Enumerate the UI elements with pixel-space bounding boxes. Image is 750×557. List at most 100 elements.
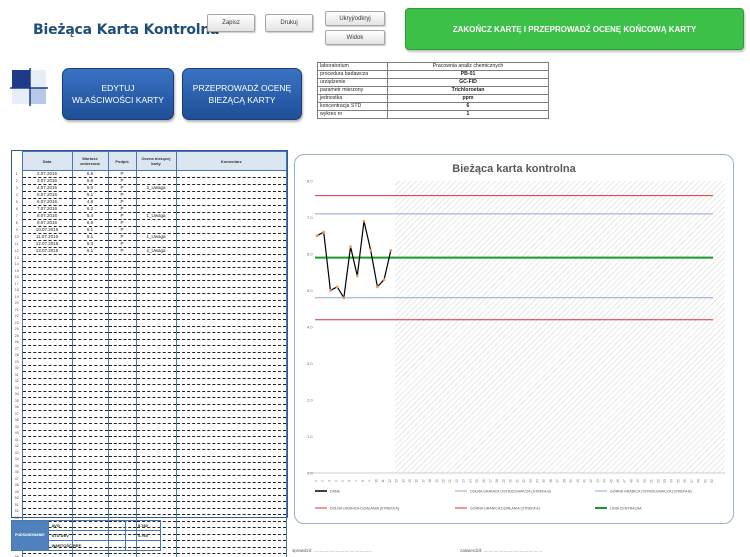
cell-comment[interactable] — [175, 553, 287, 557]
cell-sign[interactable]: P — [107, 191, 137, 199]
cell-comment[interactable] — [175, 212, 287, 220]
data-point — [349, 245, 352, 249]
cell-eval[interactable] — [135, 170, 177, 178]
finish-card-button[interactable]: ZAKOŃCZ KARTĘ I PRZEPROWADŹ OCENĘ KOŃCOW… — [405, 8, 744, 50]
cell-eval[interactable]: 2_Uwaga — [135, 247, 177, 255]
cell-comment[interactable] — [175, 177, 287, 185]
cell-sign[interactable] — [107, 553, 137, 557]
cell-value[interactable]: 5.3 — [71, 240, 109, 248]
cell-value[interactable]: 5.1 — [71, 191, 109, 199]
cell-date[interactable]: 2.07.2016 — [21, 170, 73, 178]
assess-card-button[interactable]: PRZEPROWADŹ OCENĘ BIEŻĄCĄ KARTY — [182, 68, 302, 120]
cell-value[interactable]: 6.1 — [71, 226, 109, 234]
cell-date[interactable]: 10.07.2016 — [21, 226, 73, 234]
cell-sign[interactable]: P — [107, 184, 137, 192]
info-value[interactable]: PB-01 — [387, 70, 549, 79]
x-tick-label: 30 — [509, 479, 513, 483]
cell-value[interactable]: 6.9 — [71, 219, 109, 227]
cell-sign[interactable]: P — [107, 212, 137, 220]
info-value[interactable]: Trichloroetan — [387, 86, 549, 95]
cell-comment[interactable] — [175, 184, 287, 192]
cell-comment[interactable] — [175, 226, 287, 234]
cell-date[interactable]: 11.07.2016 — [21, 233, 73, 241]
cell-date[interactable]: 9.07.2016 — [21, 219, 73, 227]
assess-button-line1: PRZEPROWADŹ OCENĘ — [192, 83, 292, 93]
cell-eval[interactable]: 2_Uwaga — [135, 184, 177, 192]
row-number: 8 — [15, 221, 18, 225]
cell-comment[interactable] — [175, 247, 287, 255]
edit-button-line1: EDYTUJ — [101, 83, 135, 93]
x-tick-label: 29 — [502, 479, 506, 483]
print-button[interactable]: Drukuj — [265, 14, 313, 32]
summary-table: PODSUMOWANIE AVG 5.780 STD DEV 0.760 WAR… — [11, 520, 162, 551]
y-tick-label: 3.0 — [307, 361, 313, 366]
info-value[interactable]: 1 — [387, 110, 549, 119]
cell-eval[interactable] — [135, 198, 177, 206]
cell-sign[interactable]: P — [107, 205, 137, 213]
cell-comment[interactable] — [175, 240, 287, 248]
cell-comment[interactable] — [175, 191, 287, 199]
cell-sign[interactable]: P — [107, 198, 137, 206]
cell-sign[interactable]: P — [107, 170, 137, 178]
info-value[interactable]: Pracownia analiz chemicznych — [387, 62, 549, 71]
approved-by: zatwierdził: ...........................… — [460, 548, 543, 553]
cell-sign[interactable]: P — [107, 247, 137, 255]
view-button[interactable]: Widok — [325, 30, 385, 45]
cell-eval[interactable] — [135, 240, 177, 248]
cell-eval[interactable]: 1_Uwaga — [135, 233, 177, 241]
checked-by: sprawdził: .............................… — [292, 548, 373, 553]
cell-eval[interactable] — [135, 177, 177, 185]
cell-value[interactable]: 6.6 — [71, 177, 109, 185]
x-tick-label: 19 — [435, 479, 439, 483]
cell-eval[interactable]: 1_Uwaga — [135, 212, 177, 220]
cell-comment[interactable] — [175, 170, 287, 178]
cell-value[interactable]: 4.8 — [71, 198, 109, 206]
cell-date[interactable]: 4.07.2016 — [21, 184, 73, 192]
cell-comment[interactable] — [175, 198, 287, 206]
cell-date[interactable] — [21, 553, 73, 557]
cell-value[interactable]: 5.4 — [71, 212, 109, 220]
info-value[interactable]: ppm — [387, 94, 549, 103]
info-value[interactable]: 6 — [387, 102, 549, 111]
info-row: koncentracja STD 6 — [317, 102, 549, 111]
cell-sign[interactable]: P — [107, 240, 137, 248]
cell-eval[interactable] — [135, 219, 177, 227]
data-series-line — [316, 221, 392, 300]
cell-eval[interactable] — [135, 205, 177, 213]
cell-sign[interactable]: P — [107, 226, 137, 234]
cell-value[interactable]: 6.1 — [71, 247, 109, 255]
edit-properties-button[interactable]: EDYTUJ WŁAŚCIWOŚCI KARTY — [62, 68, 174, 120]
cell-eval[interactable] — [135, 553, 177, 557]
x-tick-label: 3 — [327, 480, 331, 482]
cell-sign[interactable]: P — [107, 233, 137, 241]
cell-value[interactable]: 6.5 — [71, 170, 109, 178]
x-tick-label: 32 — [522, 479, 526, 483]
toggle-button[interactable]: Ukryj/odkryj — [325, 11, 385, 26]
std-value: 0.760 — [124, 530, 162, 541]
cell-date[interactable]: 7.07.2016 — [21, 205, 73, 213]
cell-eval[interactable] — [135, 191, 177, 199]
cell-value[interactable] — [71, 553, 109, 557]
cell-value[interactable]: 5.1 — [71, 233, 109, 241]
info-row: wykres nr 1 — [317, 110, 549, 119]
cell-date[interactable]: 8.07.2016 — [21, 212, 73, 220]
cell-comment[interactable] — [175, 219, 287, 227]
extra-value — [124, 540, 162, 551]
data-point — [355, 274, 359, 278]
cell-value[interactable]: 5.0 — [71, 184, 109, 192]
save-button[interactable]: Zapisz — [207, 14, 255, 32]
cell-eval[interactable] — [135, 226, 177, 234]
cell-date[interactable]: 6.07.2016 — [21, 198, 73, 206]
cell-sign[interactable]: P — [107, 219, 137, 227]
cell-sign[interactable]: P — [107, 177, 137, 185]
row-number: 1 — [15, 172, 18, 176]
cell-date[interactable]: 5.07.2016 — [21, 191, 73, 199]
cell-date[interactable]: 12.07.2016 — [21, 240, 73, 248]
cell-comment[interactable] — [175, 233, 287, 241]
cell-value[interactable]: 6.2 — [71, 205, 109, 213]
info-value[interactable]: GC-FID — [387, 78, 549, 87]
x-tick-label: 59 — [703, 479, 707, 483]
cell-comment[interactable] — [175, 205, 287, 213]
cell-date[interactable]: 3.07.2016 — [21, 177, 73, 185]
cell-date[interactable]: 13.07.2016 — [21, 247, 73, 255]
